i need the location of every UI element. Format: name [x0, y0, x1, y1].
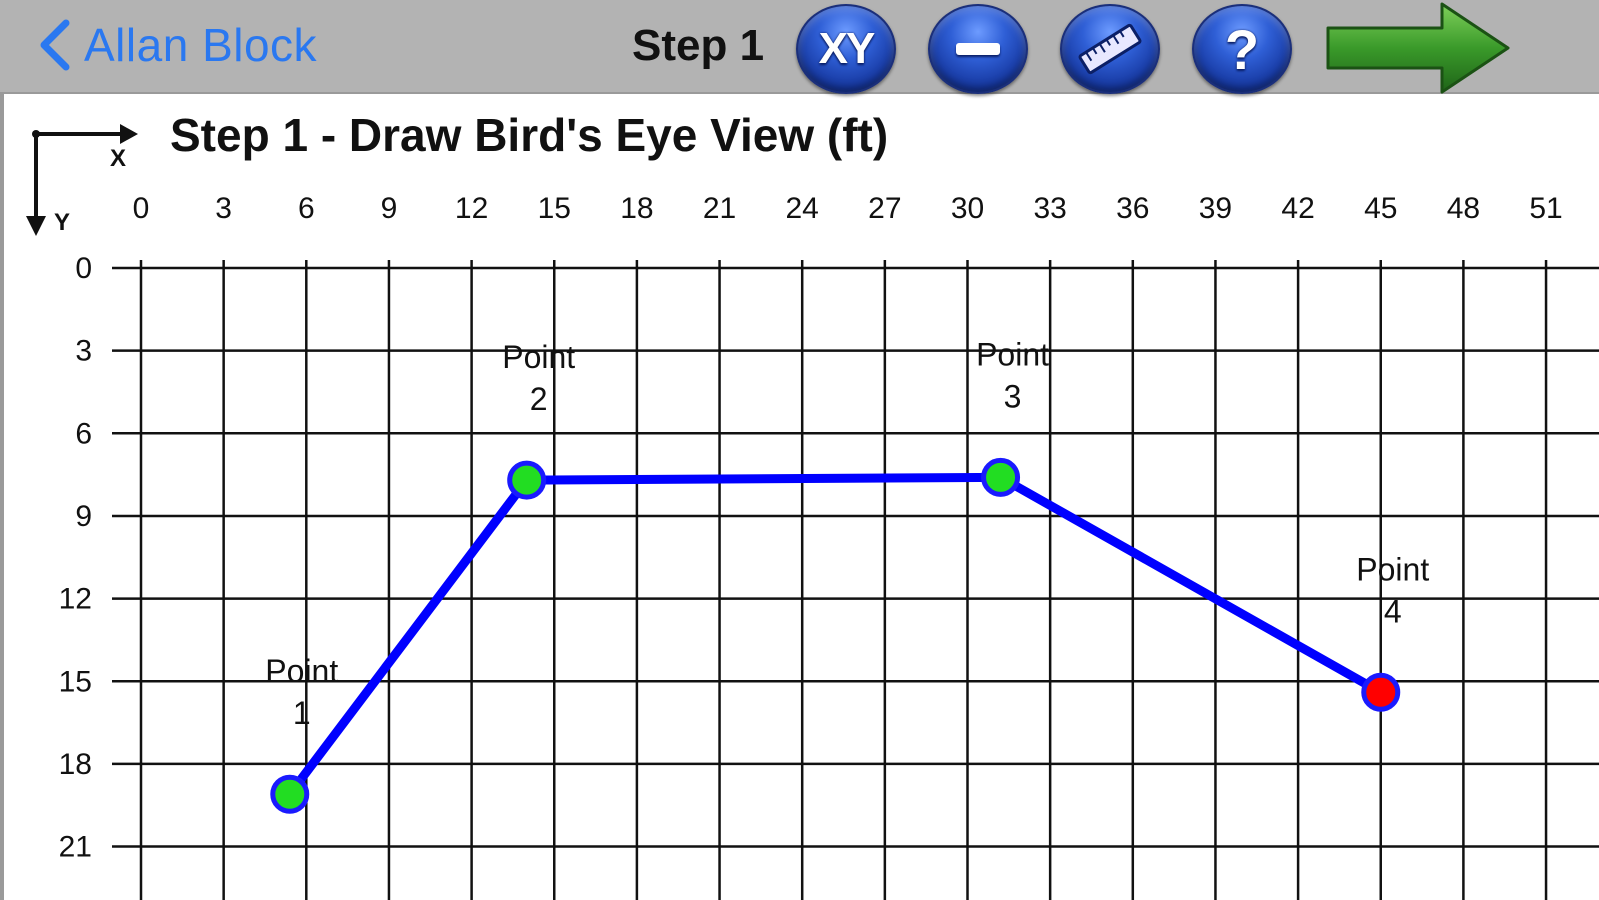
point-marker-1[interactable] [270, 774, 310, 814]
point-label-1: Point [265, 653, 338, 689]
y-axis-ticks: 0 3 6 9 12 15 18 21 [59, 252, 92, 864]
x-tick-label: 48 [1447, 192, 1480, 225]
y-tick-label: 12 [59, 583, 92, 616]
point-number-1: 1 [293, 695, 311, 731]
point-label-3: Point [976, 336, 1049, 372]
point-label-4: Point [1356, 551, 1429, 587]
point-marker-3[interactable] [981, 457, 1021, 497]
x-tick-label: 9 [381, 192, 398, 225]
x-tick-label: 39 [1199, 192, 1232, 225]
y-tick-label: 6 [75, 417, 92, 450]
x-axis-ticks: 0 3 6 9 12 15 18 21 24 27 30 33 36 39 42 45 48 51 [133, 192, 1563, 225]
x-tick-label: 21 [703, 192, 736, 225]
y-tick-label: 0 [75, 252, 92, 285]
y-tick-label: 3 [75, 335, 92, 368]
x-tick-label: 42 [1281, 192, 1314, 225]
x-tick-label: 51 [1529, 192, 1562, 225]
point-number-2: 2 [530, 381, 548, 417]
x-tick-label: 24 [786, 192, 819, 225]
x-tick-label: 3 [215, 192, 232, 225]
point-marker-2[interactable] [507, 460, 547, 500]
y-tick-label: 18 [59, 748, 92, 781]
x-tick-label: 33 [1033, 192, 1066, 225]
point-label-2: Point [502, 339, 575, 375]
point-markers[interactable] [270, 457, 1401, 814]
y-tick-label: 15 [59, 665, 92, 698]
y-tick-label: 21 [59, 831, 92, 864]
wall-polyline [285, 472, 1386, 799]
x-tick-label: 15 [538, 192, 571, 225]
x-tick-label: 27 [868, 192, 901, 225]
app-window: Allan Block Step 1 XY ? X Y Step 1 - Dra… [0, 0, 1599, 900]
y-tick-label: 9 [75, 500, 92, 533]
x-tick-label: 36 [1116, 192, 1149, 225]
point-number-3: 3 [1004, 378, 1022, 414]
point-number-4: 4 [1384, 593, 1402, 629]
x-tick-label: 18 [620, 192, 653, 225]
point-marker-4[interactable] [1361, 672, 1401, 712]
x-tick-label: 12 [455, 192, 488, 225]
x-tick-label: 6 [298, 192, 315, 225]
x-tick-label: 0 [133, 192, 150, 225]
wall-segment-line [285, 472, 1386, 799]
point-labels: Point 1 Point 2 Point 3 Point 4 [265, 336, 1429, 731]
drawing-grid[interactable]: 0 3 6 9 12 15 18 21 24 27 30 33 36 39 42 45 48 51 0369121… [0, 0, 1599, 900]
x-tick-label: 45 [1364, 192, 1397, 225]
x-tick-label: 30 [951, 192, 984, 225]
